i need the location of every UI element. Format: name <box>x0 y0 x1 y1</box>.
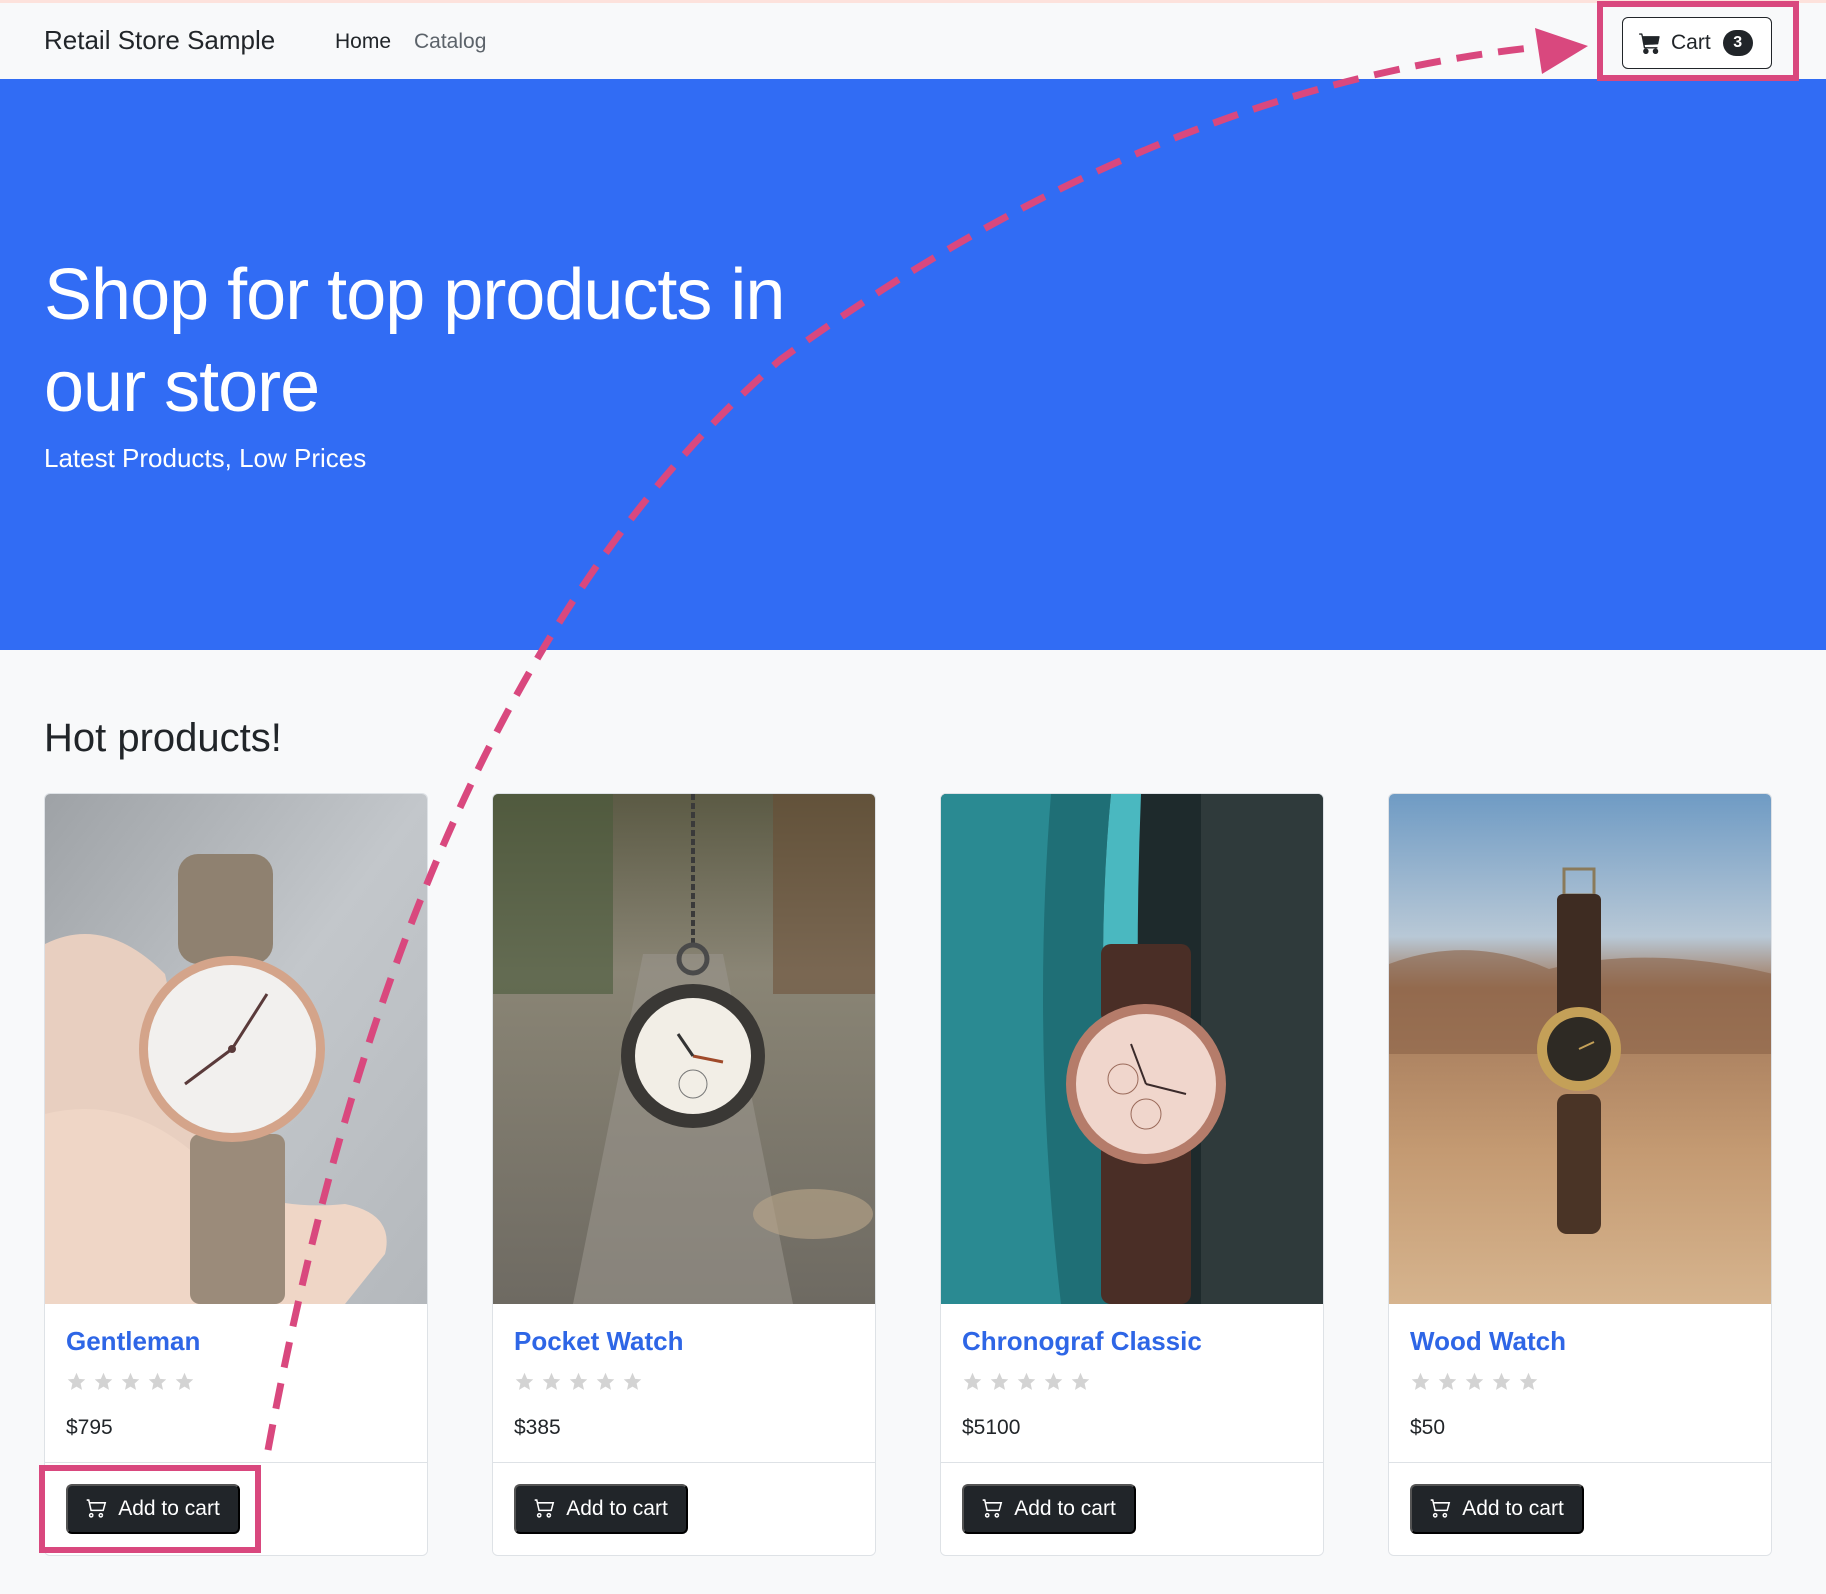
star-icon <box>990 1372 1009 1390</box>
product-title-link[interactable]: Wood Watch <box>1410 1326 1566 1357</box>
add-to-cart-label: Add to cart <box>118 1497 220 1520</box>
hero-title: Shop for top products in our store <box>44 255 785 427</box>
add-to-cart-button[interactable]: Add to cart <box>962 1484 1136 1534</box>
cart-icon <box>1639 33 1660 54</box>
card-footer: Add to cart <box>941 1462 1323 1555</box>
cart-icon <box>86 1499 107 1518</box>
cart-icon <box>534 1499 555 1518</box>
add-to-cart-label: Add to cart <box>566 1497 668 1520</box>
star-icon <box>1519 1372 1538 1390</box>
add-to-cart-label: Add to cart <box>1462 1497 1564 1520</box>
cart-button[interactable]: Cart 3 <box>1622 17 1772 69</box>
star-icon <box>121 1372 140 1390</box>
product-price: $795 <box>66 1416 113 1439</box>
star-icon <box>1465 1372 1484 1390</box>
product-image[interactable] <box>493 794 875 1304</box>
product-card: Chronograf Classic $5100 Add to cart <box>940 793 1324 1556</box>
product-card: Gentleman $795 Add to cart <box>44 793 428 1556</box>
star-icon <box>67 1372 86 1390</box>
product-price: $50 <box>1410 1416 1446 1439</box>
star-icon <box>515 1372 534 1390</box>
cart-label: Cart <box>1671 31 1711 54</box>
nav-link-home[interactable]: Home <box>335 30 391 54</box>
star-icon <box>623 1372 642 1390</box>
rating-stars <box>514 1371 643 1392</box>
star-icon <box>175 1372 194 1390</box>
cart-count-badge: 3 <box>1722 30 1753 56</box>
cart-icon <box>1430 1499 1451 1518</box>
pocket-watch-photo <box>493 794 875 1304</box>
brand-link[interactable]: Retail Store Sample <box>44 25 275 56</box>
product-image[interactable] <box>1389 794 1771 1304</box>
hero-subtitle: Latest Products, Low Prices <box>44 443 367 473</box>
product-title-link[interactable]: Pocket Watch <box>514 1326 684 1357</box>
star-icon <box>963 1372 982 1390</box>
add-to-cart-button[interactable]: Add to cart <box>1410 1484 1584 1534</box>
star-icon <box>596 1372 615 1390</box>
star-icon <box>148 1372 167 1390</box>
chronograph-photo <box>941 794 1323 1304</box>
navbar: Retail Store Sample Home Catalog Cart 3 <box>0 3 1826 79</box>
rating-stars <box>1410 1371 1539 1392</box>
star-icon <box>1438 1372 1457 1390</box>
card-footer: Add to cart <box>493 1462 875 1555</box>
star-icon <box>1411 1372 1430 1390</box>
star-icon <box>1017 1372 1036 1390</box>
card-footer: Add to cart <box>1389 1462 1771 1555</box>
wood-watch-photo <box>1389 794 1771 1304</box>
product-card: Pocket Watch $385 Add to cart <box>492 793 876 1556</box>
section-title: Hot products! <box>44 716 282 760</box>
nav-link-catalog[interactable]: Catalog <box>414 30 486 54</box>
rating-stars <box>962 1371 1091 1392</box>
product-title-link[interactable]: Gentleman <box>66 1326 200 1357</box>
cart-icon <box>982 1499 1003 1518</box>
product-image[interactable] <box>45 794 427 1304</box>
product-title-link[interactable]: Chronograf Classic <box>962 1326 1202 1357</box>
star-icon <box>542 1372 561 1390</box>
star-icon <box>1492 1372 1511 1390</box>
star-icon <box>1071 1372 1090 1390</box>
product-image[interactable] <box>941 794 1323 1304</box>
add-to-cart-label: Add to cart <box>1014 1497 1116 1520</box>
add-to-cart-button[interactable]: Add to cart <box>514 1484 688 1534</box>
product-card: Wood Watch $50 Add to cart <box>1388 793 1772 1556</box>
star-icon <box>94 1372 113 1390</box>
star-icon <box>1044 1372 1063 1390</box>
product-price: $385 <box>514 1416 561 1439</box>
star-icon <box>569 1372 588 1390</box>
product-price: $5100 <box>962 1416 1021 1439</box>
wristwatch-photo <box>45 794 427 1304</box>
add-to-cart-button[interactable]: Add to cart <box>66 1484 240 1534</box>
hero-banner: Shop for top products in our store Lates… <box>0 79 1826 650</box>
card-footer: Add to cart <box>45 1462 427 1555</box>
rating-stars <box>66 1371 195 1392</box>
